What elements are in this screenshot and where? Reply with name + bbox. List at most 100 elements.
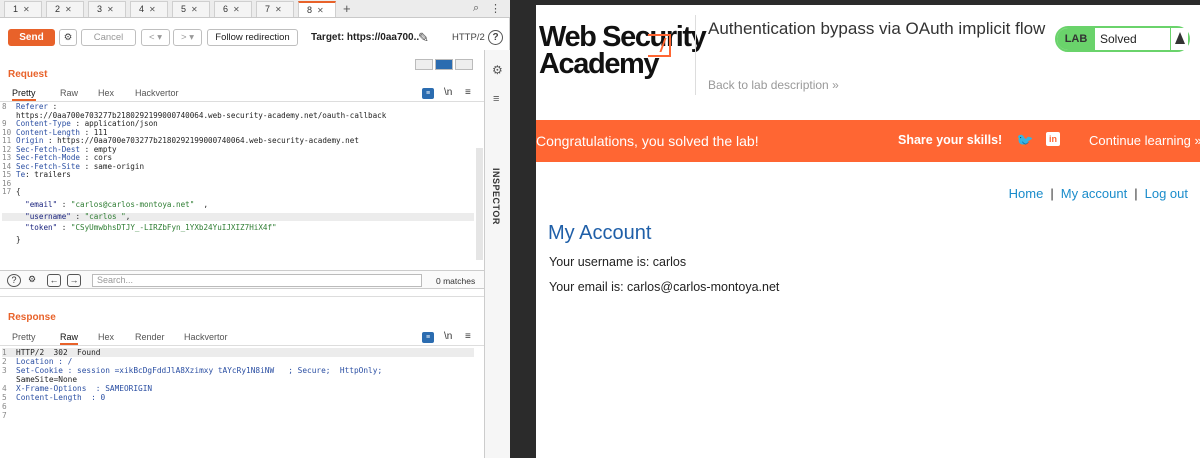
cancel-button[interactable]: Cancel <box>81 29 136 46</box>
forward-history-button[interactable]: > ▾ <box>173 29 202 46</box>
hamburger-menu-icon[interactable]: ≡ <box>465 87 471 98</box>
json-tail: , <box>194 200 209 210</box>
repeater-tab-4[interactable]: 4 ✕ <box>130 1 168 17</box>
response-pane-title: Response <box>8 312 56 323</box>
close-icon[interactable]: ✕ <box>191 5 198 14</box>
back-history-button[interactable]: < ▾ <box>141 29 170 46</box>
protocol-label[interactable]: HTTP/2 <box>452 32 485 43</box>
lab-badge: LAB <box>1057 28 1095 50</box>
logo-mark-icon <box>648 34 671 57</box>
response-line: 4 X-Frame-Options : SAMEORIGIN <box>2 384 474 393</box>
continue-learning-link[interactable]: Continue learning » <box>1089 133 1200 148</box>
response-line: 3 Set-Cookie : session =xikBcDgFddJlA8Xzi… <box>2 366 474 375</box>
response-tab-hackvertor[interactable]: Hackvertor <box>184 331 228 345</box>
request-scrollbar[interactable] <box>476 148 483 260</box>
json-value: "carlos " <box>84 211 126 221</box>
json-brace: } <box>16 234 21 244</box>
nav-logout-link[interactable]: Log out <box>1145 186 1188 201</box>
line-number: 8 <box>2 103 7 111</box>
pretty-print-icon[interactable]: ≡ <box>422 88 434 99</box>
burp-repeater-panel: 1 ✕ 2 ✕ 3 ✕ 4 ✕ 5 ✕ 6 ✕ 7 ✕ 8 ✕ + ⌕ ⋮ Send ⚙ Can… <box>0 0 510 458</box>
response-subtabs: Pretty Raw Hex Render Hackvertor ≡ \n ≡ <box>0 331 480 345</box>
response-tab-pretty[interactable]: Pretty <box>12 331 36 345</box>
json-separator: : <box>57 223 71 233</box>
help-icon[interactable]: ? <box>7 274 21 287</box>
repeater-tab-5[interactable]: 5 ✕ <box>172 1 210 17</box>
double-chevron-right-icon: » <box>832 78 839 92</box>
request-tab-hackvertor[interactable]: Hackvertor <box>135 87 179 101</box>
account-nav: Home | My account | Log out <box>1009 186 1188 201</box>
request-tab-hex[interactable]: Hex <box>98 87 114 101</box>
repeater-tab-3[interactable]: 3 ✕ <box>88 1 126 17</box>
close-icon[interactable]: ✕ <box>149 5 156 14</box>
help-icon[interactable]: ? <box>488 30 503 45</box>
request-tab-pretty[interactable]: Pretty <box>12 87 36 101</box>
tab-label: 2 <box>55 4 61 14</box>
repeater-tab-2[interactable]: 2 ✕ <box>46 1 84 17</box>
response-text: Set-Cookie : session =xikBcDgFddJlA8Xzim… <box>16 366 383 375</box>
close-icon[interactable]: ✕ <box>107 5 114 14</box>
repeater-tab-1[interactable]: 1 ✕ <box>4 1 42 17</box>
twitter-icon[interactable]: 🐦 <box>1016 132 1033 149</box>
response-editor[interactable]: 1 HTTP/2 302 Found 2 Location : / 3 Set-Coo… <box>2 348 474 428</box>
response-text: HTTP/2 302 Found <box>16 348 101 357</box>
follow-redirection-button[interactable]: Follow redirection <box>207 29 298 46</box>
close-icon[interactable]: ✕ <box>317 6 324 15</box>
tabbed-view-icon[interactable] <box>455 59 473 70</box>
linkedin-icon[interactable]: in <box>1046 132 1060 146</box>
close-icon[interactable]: ✕ <box>275 5 282 14</box>
nav-my-account-link[interactable]: My account <box>1061 186 1127 201</box>
hamburger-menu-icon[interactable]: ≡ <box>465 331 471 342</box>
response-tab-hex[interactable]: Hex <box>98 331 114 345</box>
response-tab-render[interactable]: Render <box>135 331 165 345</box>
tab-label: 8 <box>307 5 313 15</box>
header-divider <box>695 15 696 95</box>
add-tab-button[interactable]: + <box>343 1 351 16</box>
response-tab-raw[interactable]: Raw <box>60 331 79 345</box>
previous-match-icon[interactable]: ← <box>47 274 61 287</box>
json-value: "carlos@carlos-montoya.net" <box>70 200 195 210</box>
request-editor[interactable]: 8 Referer : https://0aa700e703277b2180292… <box>2 103 474 265</box>
page-title: My Account <box>548 222 652 244</box>
inspector-toggle[interactable]: INSPECTOR <box>491 168 501 225</box>
menu-dots-icon[interactable]: ⋮ <box>490 2 501 15</box>
send-button[interactable]: Send <box>8 29 55 46</box>
edit-pencil-icon[interactable]: ✎ <box>418 30 429 46</box>
search-icon[interactable]: ⌕ <box>473 2 479 15</box>
close-icon[interactable]: ✕ <box>233 5 240 14</box>
repeater-tab-6[interactable]: 6 ✕ <box>214 1 252 17</box>
nav-separator: | <box>1134 186 1138 201</box>
request-tab-raw[interactable]: Raw <box>60 87 78 101</box>
horizontal-view-icon[interactable] <box>435 59 453 70</box>
nav-home-link[interactable]: Home <box>1009 186 1044 201</box>
line-number: 5 <box>2 393 7 402</box>
target-label[interactable]: Target: https://0aa700.. <box>311 32 419 43</box>
settings-gear-icon[interactable]: ⚙ <box>492 63 503 77</box>
line-number: 17 <box>2 187 12 197</box>
header-name: Te <box>16 170 26 180</box>
pretty-print-icon[interactable]: ≡ <box>422 332 434 343</box>
tab-label: 7 <box>265 4 271 14</box>
newline-toggle-icon[interactable]: \n <box>444 331 452 342</box>
settings-gear-icon[interactable]: ⚙ <box>59 29 77 46</box>
close-icon[interactable]: ✕ <box>23 5 30 14</box>
web-security-academy-logo[interactable]: Web Security Academy <box>539 23 707 79</box>
json-line-token: "token" : "CSyUmwbhsDTJY_-LIRZbFyn_1YXb2… <box>2 223 474 233</box>
divider <box>0 345 484 346</box>
list-icon[interactable]: ≡ <box>493 93 499 105</box>
next-match-icon[interactable]: → <box>67 274 81 287</box>
search-input[interactable]: Search... <box>92 274 422 287</box>
newline-toggle-icon[interactable]: \n <box>444 87 452 98</box>
tab-label: 3 <box>97 4 103 14</box>
repeater-tab-8[interactable]: 8 ✕ <box>298 1 336 17</box>
close-icon[interactable]: ✕ <box>65 5 72 14</box>
request-line: 16 <box>2 179 474 189</box>
repeater-tab-7[interactable]: 7 ✕ <box>256 1 294 17</box>
settings-gear-icon[interactable]: ⚙ <box>25 274 39 287</box>
congratulations-message: Congratulations, you solved the lab! <box>536 133 759 149</box>
email-line: Your email is: carlos@carlos-montoya.net <box>549 280 780 294</box>
split-view-icon[interactable] <box>415 59 433 70</box>
tab-label: 5 <box>181 4 187 14</box>
back-to-lab-description-link[interactable]: Back to lab description » <box>708 78 839 92</box>
response-line: 5 Content-Length : 0 <box>2 393 474 402</box>
